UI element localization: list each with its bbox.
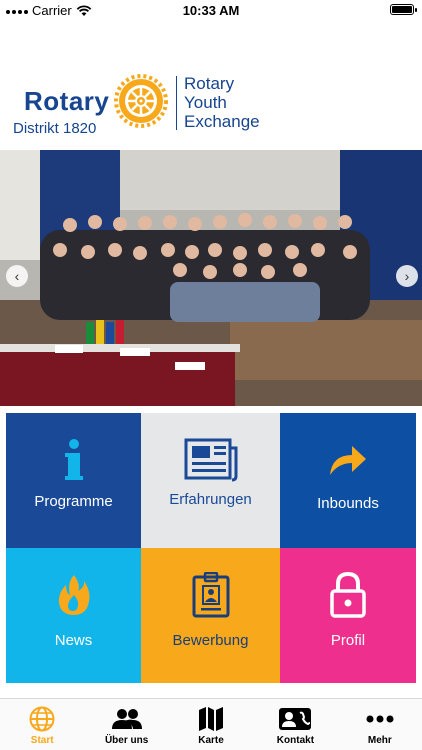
tile-label: Programme — [34, 493, 113, 510]
tab-start[interactable]: Start — [0, 699, 84, 750]
menu-tiles: Programme Erfahrungen Inbounds News Bewe… — [6, 413, 416, 683]
logo-rotary-word: Rotary — [24, 86, 110, 116]
tile-label: Erfahrungen — [169, 491, 252, 508]
rotary-wheel-icon — [114, 74, 168, 128]
group-photo — [0, 150, 422, 406]
logo-program-line: Exchange — [184, 112, 260, 131]
logo-divider — [176, 76, 177, 130]
map-icon — [198, 705, 224, 733]
flame-icon — [6, 570, 141, 620]
tab-label: Über uns — [104, 735, 149, 746]
logo-program-line: Rotary — [184, 74, 235, 93]
logo-program-line: Youth — [184, 93, 227, 112]
tab-label: Mehr — [367, 735, 392, 746]
tile-label: Inbounds — [317, 495, 379, 512]
people-icon — [111, 705, 143, 733]
tile-label: Profil — [330, 632, 366, 649]
tab-mehr[interactable]: Mehr — [338, 699, 422, 750]
status-bar: Carrier 10:33 AM — [0, 0, 422, 22]
tab-ueber-uns[interactable]: Über uns — [84, 699, 168, 750]
tab-label: Start — [30, 735, 54, 746]
tile-bewerbung[interactable]: Bewerbung — [141, 548, 280, 683]
clock: 10:33 AM — [182, 3, 240, 18]
logo-program-name: Rotary Youth Exchange — [184, 74, 260, 131]
carousel-next-button[interactable]: › — [396, 265, 418, 287]
contact-card-icon — [278, 705, 312, 733]
carousel-prev-button[interactable]: ‹ — [6, 265, 28, 287]
more-dots-icon — [366, 705, 394, 733]
tab-bar: Start Über uns Karte Kontakt Mehr — [0, 698, 422, 750]
tab-kontakt[interactable]: Kontakt — [253, 699, 337, 750]
logo-district: Distrikt 1820 — [13, 120, 97, 137]
rotary-logo: Rotary Distrikt 1820 Rotary Youth Exchan… — [10, 68, 270, 140]
info-icon — [6, 435, 141, 485]
battery-icon — [390, 4, 417, 15]
lock-icon — [280, 570, 416, 620]
tab-karte[interactable]: Karte — [169, 699, 253, 750]
newspaper-icon — [141, 435, 280, 485]
tile-profil[interactable]: Profil — [280, 548, 416, 683]
tile-inbounds[interactable]: Inbounds — [280, 413, 416, 548]
tile-programme[interactable]: Programme — [6, 413, 141, 548]
tab-label: Karte — [198, 735, 224, 746]
photo-carousel[interactable]: ‹ › — [0, 150, 422, 406]
globe-icon — [29, 705, 55, 733]
tile-erfahrungen[interactable]: Erfahrungen — [141, 413, 280, 548]
id-badge-icon — [141, 570, 280, 620]
share-arrow-icon — [280, 435, 416, 485]
tab-label: Kontakt — [276, 735, 315, 746]
tile-label: Bewerbung — [172, 632, 249, 649]
tile-news[interactable]: News — [6, 548, 141, 683]
tile-label: News — [54, 632, 93, 649]
